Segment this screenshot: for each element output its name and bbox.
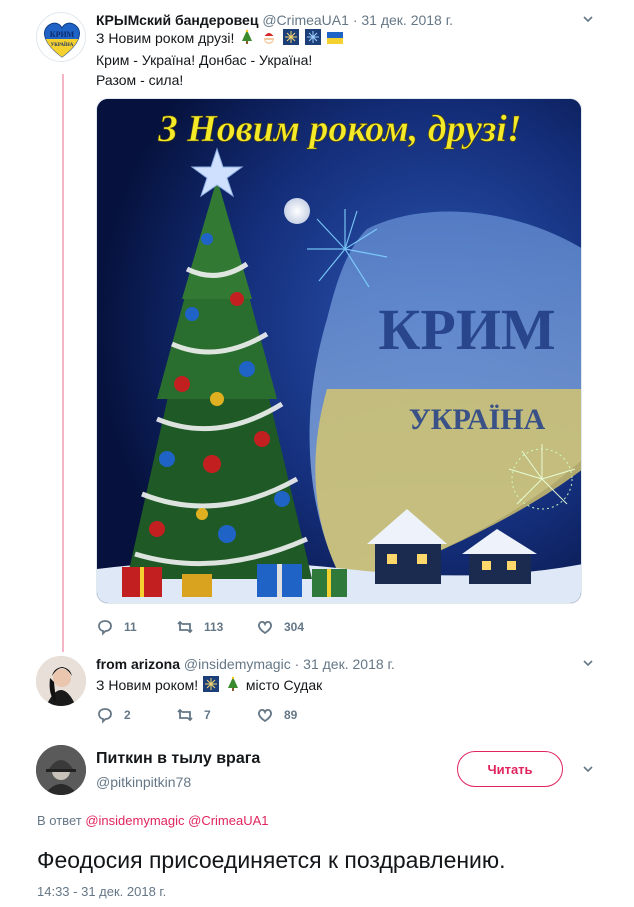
tweet-line: Разом - сила! — [96, 71, 184, 88]
retweet-icon — [176, 618, 194, 636]
santa-icon — [261, 29, 277, 50]
thread-connector — [62, 74, 64, 652]
retweet-count: 113 — [204, 620, 224, 634]
separator: · — [352, 12, 358, 28]
tweet-text: З Новим роком друзі! Крим - Україна! Дон… — [96, 28, 344, 90]
christmas-tree-icon — [239, 29, 255, 50]
like-count: 89 — [284, 708, 298, 722]
user-name[interactable]: Питкин в тылу врага — [96, 750, 260, 768]
tweet-text-start: З Новим роком! — [96, 677, 199, 693]
tweet-header: КРЫМский бандеровец @CrimeaUA1 · 31 дек.… — [96, 12, 453, 28]
chevron-down-icon[interactable] — [580, 762, 596, 778]
avatar[interactable]: КРИМ УКРАЇНА — [36, 12, 86, 62]
svg-text:КРИМ: КРИМ — [50, 30, 75, 39]
like-button[interactable]: 304 — [256, 618, 336, 636]
follow-button[interactable]: Читать — [457, 751, 563, 787]
ukraine-flag-icon — [326, 29, 343, 49]
fireworks-icon — [203, 675, 220, 697]
tweet-date[interactable]: 31 дек. 2018 г. — [361, 12, 453, 28]
retweet-button[interactable]: 7 — [176, 706, 256, 724]
like-count: 304 — [284, 620, 305, 634]
heart-icon — [256, 706, 274, 724]
chevron-down-icon[interactable] — [580, 12, 596, 28]
user-name[interactable]: from arizona — [96, 656, 180, 672]
christmas-tree-icon — [225, 676, 241, 697]
tweet-text-end: місто Судак — [245, 677, 323, 693]
reply-icon — [96, 618, 114, 636]
tweet-text: З Новим роком! місто Судак — [96, 675, 322, 697]
tweet-image[interactable]: З Новим роком, друзі! КРИМ УКРАЇНА — [96, 98, 582, 604]
tweet-date[interactable]: 31 дек. 2018 г. — [303, 656, 395, 672]
svg-text:З Новим роком, друзі!: З Новим роком, друзі! — [157, 108, 521, 150]
tweet-line: Крим - Україна! Донбас - Україна! — [96, 51, 313, 68]
reply-button[interactable]: 2 — [96, 706, 176, 724]
tweet-actions: 2 7 89 — [96, 706, 336, 724]
svg-text:КРИМ: КРИМ — [378, 297, 555, 362]
new-year-greeting-illustration: З Новим роком, друзі! КРИМ УКРАЇНА — [97, 99, 581, 603]
reply-prefix: В ответ — [37, 813, 82, 828]
tweet-timestamp[interactable]: 14:33 - 31 дек. 2018 г. — [37, 884, 166, 899]
heart-flag-avatar-icon: КРИМ УКРАЇНА — [44, 22, 80, 58]
user-name[interactable]: КРЫМский бандеровец — [96, 12, 258, 28]
reply-button[interactable]: 11 — [96, 618, 176, 636]
reply-count: 11 — [124, 620, 137, 634]
fireworks-icon — [304, 28, 321, 50]
reply-icon — [96, 706, 114, 724]
retweet-count: 7 — [204, 708, 211, 722]
reply-user-link[interactable]: @CrimeaUA1 — [188, 813, 268, 828]
separator: · — [294, 656, 300, 672]
tweet-line: З Новим роком друзі! — [96, 30, 235, 46]
chevron-down-icon[interactable] — [580, 656, 596, 672]
user-photo-icon — [36, 656, 86, 706]
tweet-header: from arizona @insidemymagic · 31 дек. 20… — [96, 656, 395, 672]
like-button[interactable]: 89 — [256, 706, 336, 724]
soldier-photo-icon — [36, 745, 86, 795]
avatar[interactable] — [36, 745, 86, 795]
reply-count: 2 — [124, 708, 131, 722]
reply-user-link[interactable]: @insidemymagic — [85, 813, 184, 828]
avatar[interactable] — [36, 656, 86, 706]
svg-text:УКРАЇНА: УКРАЇНА — [409, 403, 546, 436]
tweet-text: Феодосия присоединяется к поздравлению. — [37, 847, 506, 873]
reply-context: В ответ @insidemymagic @CrimeaUA1 — [37, 813, 269, 828]
user-handle[interactable]: @pitkinpitkin78 — [96, 774, 191, 790]
tweet-actions: 11 113 304 — [96, 618, 336, 636]
heart-icon — [256, 618, 274, 636]
fireworks-icon — [283, 28, 300, 50]
user-handle[interactable]: @CrimeaUA1 — [262, 12, 349, 28]
user-handle[interactable]: @insidemymagic — [184, 656, 291, 672]
retweet-icon — [176, 706, 194, 724]
retweet-button[interactable]: 113 — [176, 618, 256, 636]
svg-text:УКРАЇНА: УКРАЇНА — [51, 42, 74, 48]
